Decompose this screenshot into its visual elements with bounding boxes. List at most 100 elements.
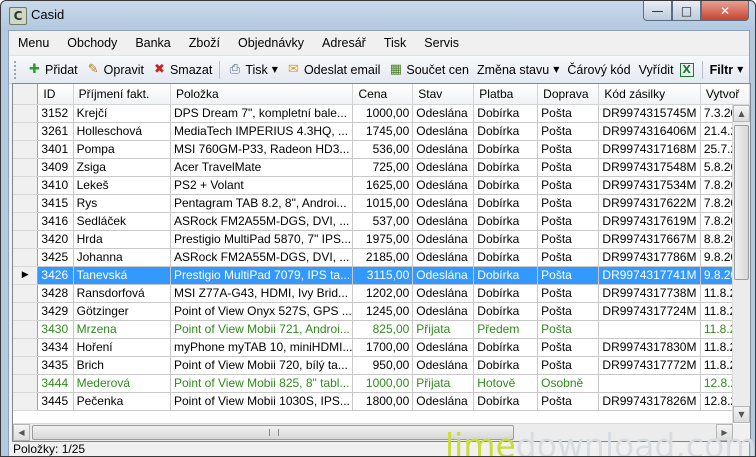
cell-payment[interactable]: Dobírka — [473, 266, 539, 285]
cell-item[interactable]: DPS Dream 7", kompletní bale... — [170, 104, 354, 123]
table-row[interactable]: 3152 Krejčí DPS Dream 7", kompletní bale..… — [13, 104, 750, 123]
cell-state[interactable]: Odeslána — [412, 230, 475, 249]
cell-state[interactable]: Odeslána — [412, 338, 475, 357]
cell-surname[interactable]: Johanna — [73, 248, 171, 267]
cell-state[interactable]: Odeslána — [412, 104, 475, 123]
table-row[interactable]: 3434 Hoření myPhone myTAB 10, miniHDMI... 1… — [13, 338, 750, 357]
column-header-created[interactable]: Vytvoř — [700, 84, 750, 105]
table-row[interactable]: 3428 Ransdorfová MSI Z77A-G43, HDMI, Ivy B… — [13, 284, 750, 303]
row-header[interactable] — [13, 158, 39, 177]
cell-tracking-code[interactable]: DR9974317724M — [598, 302, 701, 321]
cell-surname[interactable]: Hrda — [73, 230, 171, 249]
cell-tracking-code[interactable]: DR9974317738M — [598, 284, 701, 303]
minimize-icon[interactable]: — — [643, 1, 672, 21]
cell-item[interactable]: Pentagram TAB 8.2, 8", Androi... — [170, 194, 354, 213]
cell-surname[interactable]: Holleschová — [73, 122, 171, 141]
cell-item[interactable]: Point of View Onyx 527S, GPS ... — [170, 302, 354, 321]
cell-id[interactable]: 3430 — [37, 320, 74, 339]
cell-state[interactable]: Odeslána — [412, 212, 475, 231]
cell-tracking-code[interactable] — [598, 374, 701, 393]
cell-payment[interactable]: Dobírka — [473, 158, 539, 177]
cell-state[interactable]: Odeslána — [412, 248, 475, 267]
cell-tracking-code[interactable]: DR9974317772M — [598, 356, 701, 375]
scroll-left-icon[interactable]: ◀ — [13, 424, 30, 441]
row-header[interactable] — [13, 374, 39, 393]
cell-item[interactable]: Point of View Mobii 720, bílý ta... — [170, 356, 354, 375]
column-header-delivery[interactable]: Doprava — [537, 84, 600, 105]
delete-button[interactable]: ✖ Smazat — [148, 58, 216, 82]
cell-payment[interactable]: Dobírka — [473, 140, 539, 159]
cell-state[interactable]: Odeslána — [412, 158, 475, 177]
cell-tracking-code[interactable] — [598, 320, 701, 339]
cell-surname[interactable]: Tanevská — [73, 266, 171, 285]
cell-item[interactable]: Point of View Mobii 825, 8" tabl... — [170, 374, 354, 393]
row-header[interactable] — [13, 140, 39, 159]
vertical-scroll-thumb[interactable] — [734, 125, 749, 280]
cell-delivery[interactable]: Pošta — [537, 356, 600, 375]
title-bar[interactable]: C Casid — □ ✕ — [1, 1, 755, 29]
cell-id[interactable]: 3415 — [37, 194, 74, 213]
menu-servis[interactable]: Servis — [415, 31, 468, 55]
cell-tracking-code[interactable]: DR9974317786M — [598, 248, 701, 267]
cell-item[interactable]: MediaTech IMPERIUS 4.3HQ, ... — [170, 122, 354, 141]
cell-tracking-code[interactable]: DR9974317548M — [598, 158, 701, 177]
cell-delivery[interactable]: Pošta — [537, 230, 600, 249]
cell-price[interactable]: 3115,00 — [352, 266, 414, 285]
cell-surname[interactable]: Götzinger — [73, 302, 171, 321]
table-row[interactable]: 3425 Johanna ASRock FM2A55M-DGS, DVI, ... 2… — [13, 248, 750, 267]
excel-export-button[interactable]: X — [678, 58, 699, 82]
cell-delivery[interactable]: Pošta — [537, 338, 600, 357]
orders-grid[interactable]: ID Příjmení fakt. Položka Cena Stav Plat… — [12, 83, 751, 442]
cell-delivery[interactable]: Pošta — [537, 140, 600, 159]
row-header[interactable] — [13, 320, 39, 339]
change-state-button[interactable]: Změna stavu ▼ — [473, 58, 563, 82]
cell-id[interactable]: 3429 — [37, 302, 74, 321]
send-email-button[interactable]: ✉ Odeslat email — [282, 58, 384, 82]
edit-button[interactable]: ✎ Opravit — [82, 58, 148, 82]
cell-item[interactable]: ASRock FM2A55M-DGS, DVI, ... — [170, 212, 354, 231]
cell-state[interactable]: Odeslána — [412, 176, 475, 195]
cell-surname[interactable]: Mederová — [73, 374, 171, 393]
cell-state[interactable]: Odeslána — [412, 392, 475, 411]
cell-payment[interactable]: Dobírka — [473, 176, 539, 195]
cell-surname[interactable]: Zsiga — [73, 158, 171, 177]
cell-state[interactable]: Přijata — [412, 320, 475, 339]
row-header[interactable]: ▶ — [13, 266, 39, 285]
cell-price[interactable]: 1000,00 — [352, 374, 414, 393]
cell-id[interactable]: 3445 — [37, 392, 74, 411]
cell-tracking-code[interactable]: DR9974317826M — [598, 392, 701, 411]
maximize-icon[interactable]: □ — [672, 1, 701, 21]
cell-delivery[interactable]: Pošta — [537, 302, 600, 321]
cell-state[interactable]: Odeslána — [412, 266, 475, 285]
cell-price[interactable]: 1745,00 — [352, 122, 414, 141]
cell-delivery[interactable]: Osobně — [537, 374, 600, 393]
cell-surname[interactable]: Lekeš — [73, 176, 171, 195]
cell-price[interactable]: 536,00 — [352, 140, 414, 159]
table-row[interactable]: 3444 Mederová Point of View Mobii 825, 8" … — [13, 374, 750, 393]
cell-item[interactable]: Point of View Mobii 1030S, IPS... — [170, 392, 354, 411]
cell-item[interactable]: MSI Z77A-G43, HDMI, Ivy Brid... — [170, 284, 354, 303]
cell-id[interactable]: 3401 — [37, 140, 74, 159]
resolve-button[interactable]: Vyřídit — [635, 58, 678, 82]
vertical-scrollbar[interactable]: ▲ ▼ — [732, 105, 750, 423]
row-header[interactable] — [13, 248, 39, 267]
column-header-payment[interactable]: Platba — [473, 84, 539, 105]
cell-state[interactable]: Přijata — [412, 374, 475, 393]
cell-delivery[interactable]: Pošta — [537, 176, 600, 195]
cell-price[interactable]: 1245,00 — [352, 302, 414, 321]
cell-surname[interactable]: Mrzena — [73, 320, 171, 339]
cell-id[interactable]: 3261 — [37, 122, 74, 141]
cell-item[interactable]: Acer TravelMate — [170, 158, 354, 177]
cell-id[interactable]: 3425 — [37, 248, 74, 267]
cell-item[interactable]: MSI 760GM-P33, Radeon HD3... — [170, 140, 354, 159]
table-row[interactable]: 3416 Sedláček ASRock FM2A55M-DGS, DVI, ...… — [13, 212, 750, 231]
filter-button[interactable]: Filtr ▼ — [706, 58, 748, 82]
table-row[interactable]: ▶ 3426 Tanevská Prestigio MultiPad 7079, IP… — [13, 266, 750, 285]
cell-payment[interactable]: Dobírka — [473, 356, 539, 375]
cell-tracking-code[interactable]: DR9974317741M — [598, 266, 701, 285]
cell-item[interactable]: Point of View Mobii 721, Androi... — [170, 320, 354, 339]
column-header-item[interactable]: Položka — [170, 84, 354, 105]
cell-payment[interactable]: Dobírka — [473, 104, 539, 123]
cell-payment[interactable]: Dobírka — [473, 284, 539, 303]
cell-payment[interactable]: Dobírka — [473, 248, 539, 267]
